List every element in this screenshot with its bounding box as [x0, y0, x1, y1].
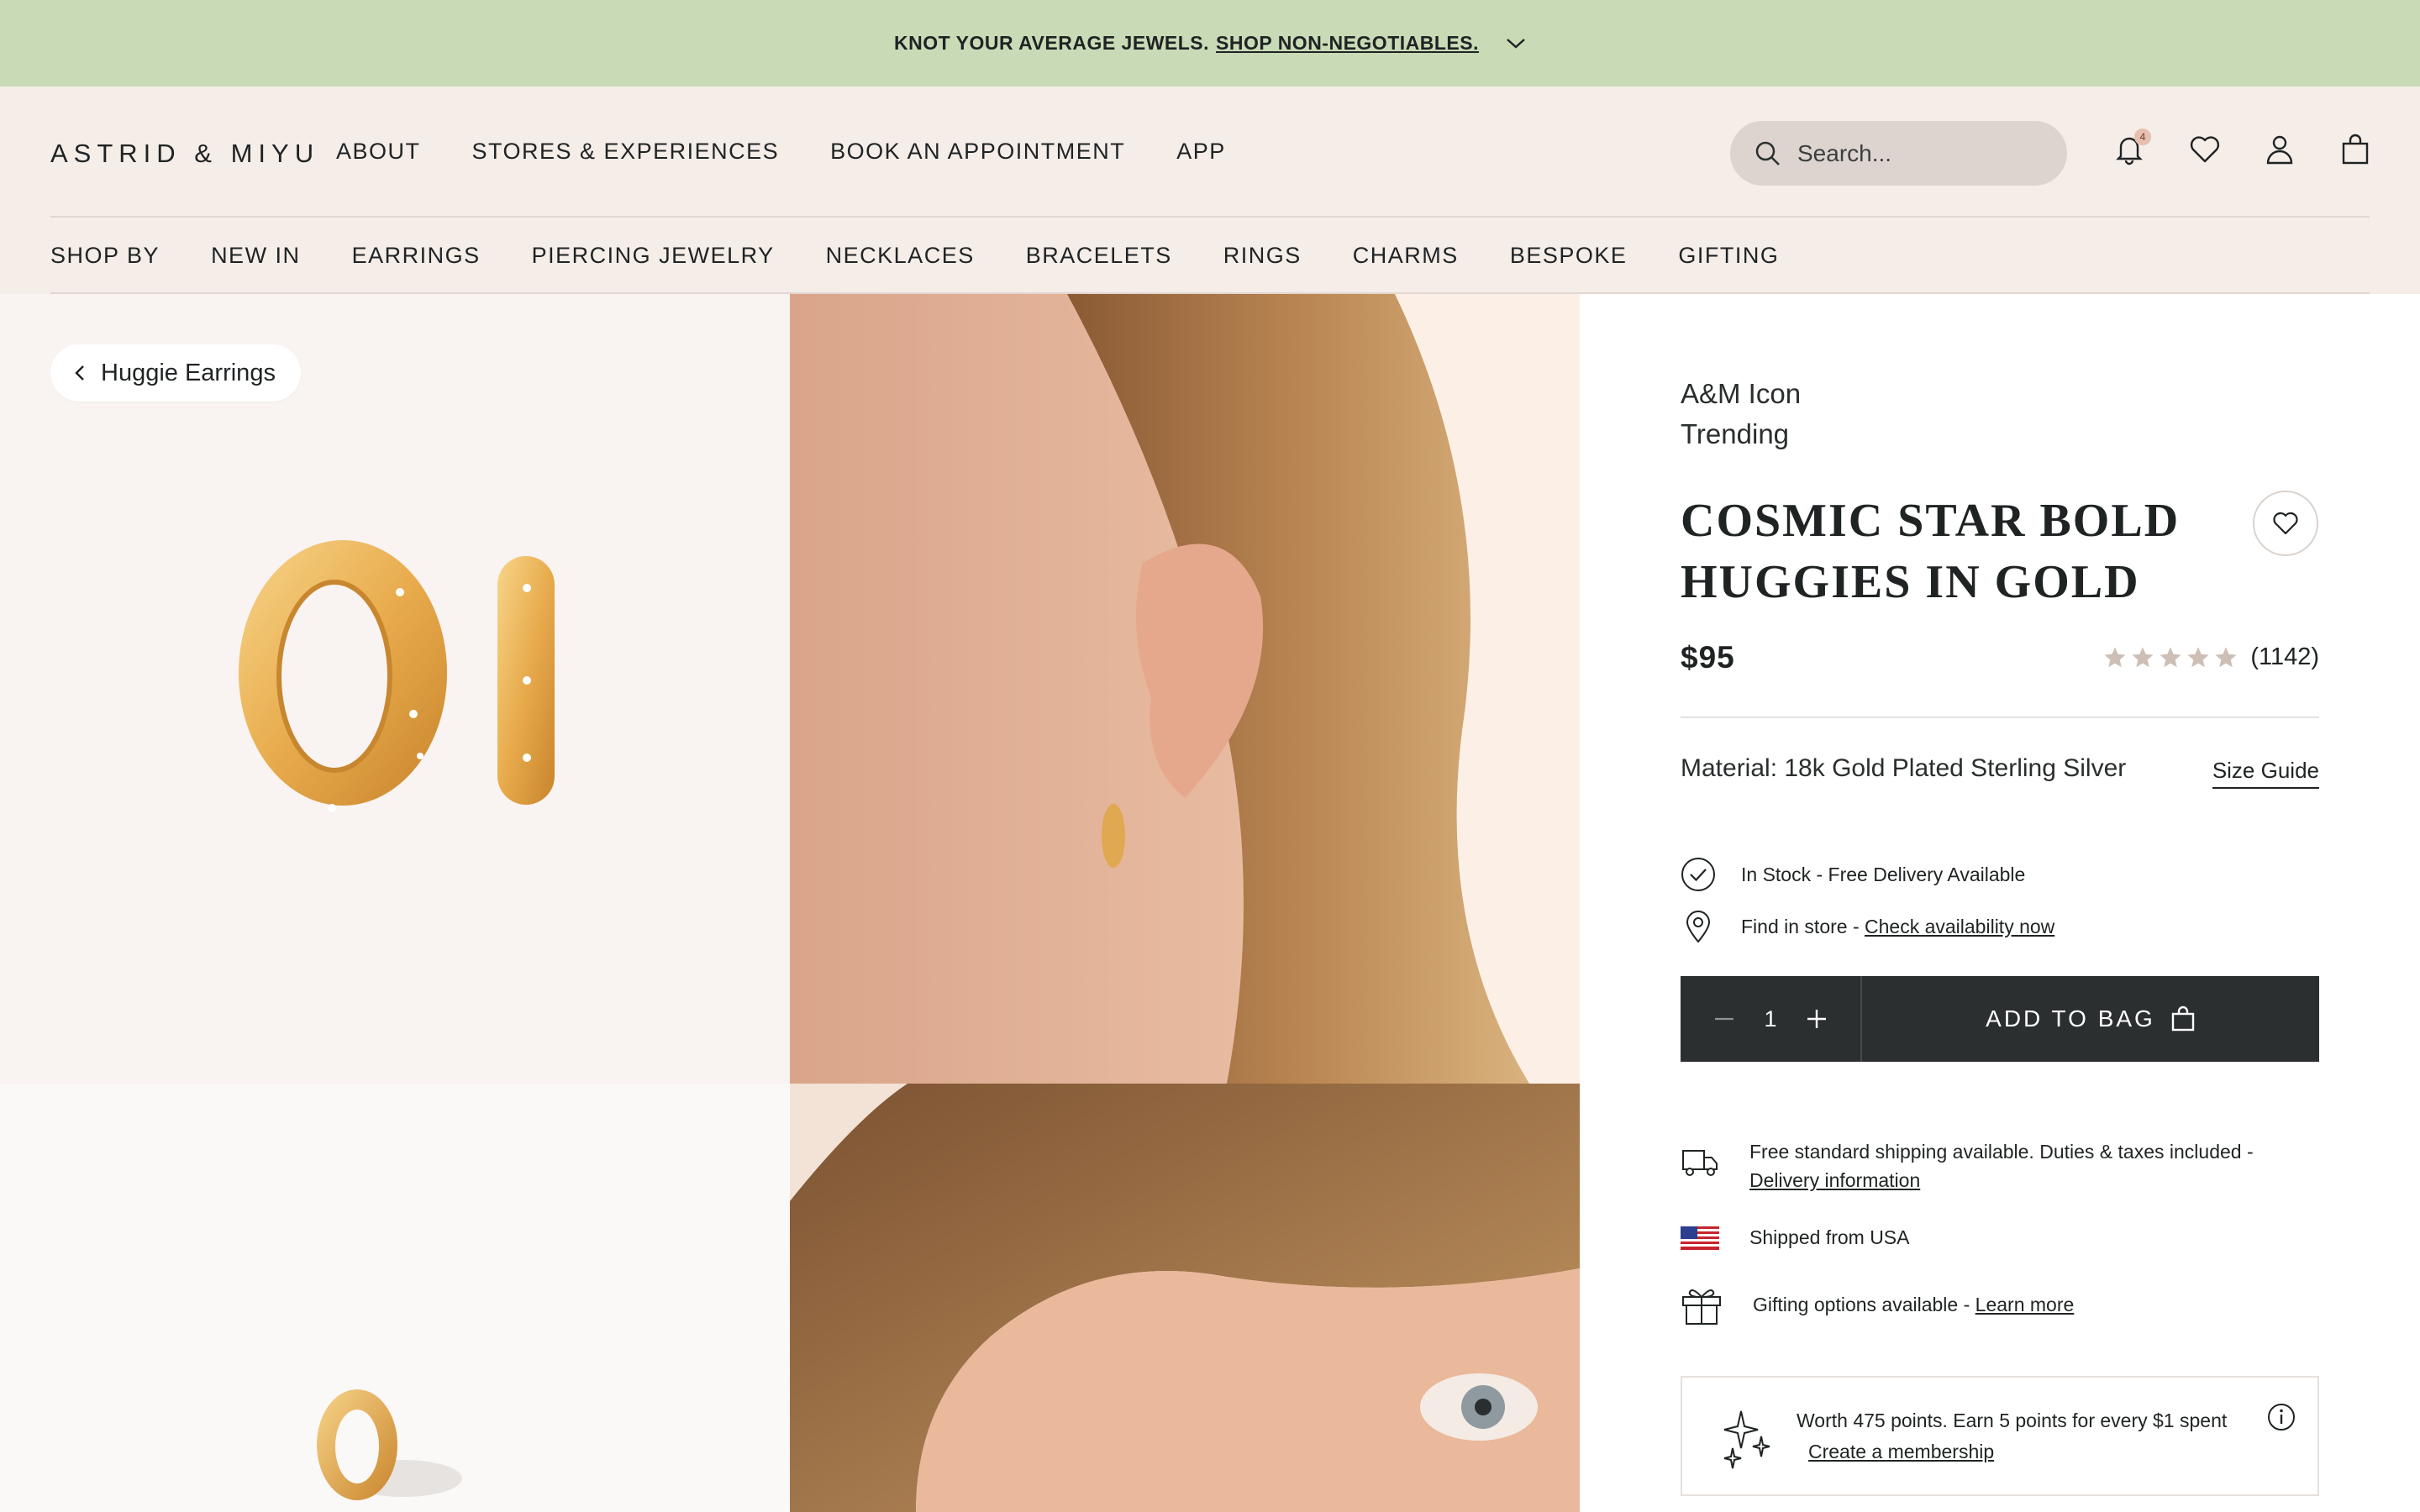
- cat-rings[interactable]: RINGS: [1223, 243, 1302, 269]
- search-box[interactable]: [1730, 121, 2067, 186]
- learn-more-link[interactable]: Learn more: [1975, 1294, 2075, 1315]
- product-image-1[interactable]: [0, 294, 790, 1084]
- search-input[interactable]: [1797, 139, 2049, 167]
- points-label: Worth 475 points. Earn 5 points for ever…: [1797, 1409, 2228, 1431]
- shopping-bag-icon: [2341, 134, 2375, 165]
- nav-about[interactable]: ABOUT: [336, 139, 421, 165]
- cat-necklaces[interactable]: NECKLACES: [826, 243, 975, 269]
- heart-icon: [2190, 135, 2223, 164]
- star-icon: [2104, 647, 2126, 667]
- check-availability-link[interactable]: Check availability now: [1865, 916, 2054, 937]
- notifications-button[interactable]: 4: [2114, 129, 2151, 167]
- star-icon: [2160, 647, 2181, 667]
- add-to-bag-bar: 1 ADD TO BAG: [1681, 976, 2319, 1062]
- header-divider: [50, 216, 2370, 218]
- nav-stores[interactable]: STORES & EXPERIENCES: [472, 139, 780, 165]
- quantity-value[interactable]: 1: [1764, 1006, 1776, 1032]
- product-image-2[interactable]: [790, 294, 1580, 1084]
- product-material: Material: 18k Gold Plated Sterling Silve…: [1681, 754, 2127, 782]
- product-price: $95: [1681, 640, 1735, 675]
- delivery-information-link[interactable]: Delivery information: [1749, 1169, 1920, 1191]
- shipping-label: Free standard shipping available. Duties…: [1749, 1141, 2254, 1163]
- breadcrumb-label: Huggie Earrings: [101, 359, 276, 386]
- find-in-store: Find in store - Check availability now: [1681, 909, 2054, 944]
- find-in-store-label: Find in store -: [1741, 915, 1860, 937]
- gifting-info: Gifting options available - Learn more: [1681, 1285, 2324, 1326]
- review-count: (1142): [2250, 643, 2319, 670]
- cat-earrings[interactable]: EARRINGS: [352, 243, 481, 269]
- shipping-info: Free standard shipping available. Duties…: [1681, 1137, 2321, 1194]
- stock-text: In Stock - Free Delivery Available: [1741, 863, 2026, 885]
- cat-shop-by[interactable]: SHOP BY: [50, 243, 160, 269]
- chevron-down-icon[interactable]: [1506, 38, 1526, 50]
- shipped-from-text: Shipped from USA: [1749, 1226, 1910, 1248]
- star-icon: [2215, 647, 2237, 667]
- top-nav: ABOUT STORES & EXPERIENCES BOOK AN APPOI…: [336, 139, 1226, 165]
- add-to-wishlist-button[interactable]: [2253, 491, 2318, 556]
- add-to-bag-label: ADD TO BAG: [1986, 1005, 2155, 1032]
- add-to-bag-button[interactable]: ADD TO BAG: [1862, 976, 2319, 1062]
- plus-icon[interactable]: [1805, 1007, 1828, 1031]
- bag-button[interactable]: [2341, 134, 2375, 167]
- delivery-truck-icon: [1681, 1146, 1719, 1179]
- shopping-bag-icon: [2155, 1005, 2196, 1032]
- star-icon: [2132, 647, 2154, 667]
- minus-icon[interactable]: [1712, 1007, 1736, 1031]
- cat-new-in[interactable]: NEW IN: [211, 243, 301, 269]
- cat-charms[interactable]: CHARMS: [1353, 243, 1459, 269]
- shipping-text: Free standard shipping available. Duties…: [1749, 1137, 2321, 1194]
- cat-bespoke[interactable]: BESPOKE: [1510, 243, 1628, 269]
- announcement-link[interactable]: SHOP NON-NEGOTIABLES.: [1216, 32, 1479, 55]
- category-nav: SHOP BY NEW IN EARRINGS PIERCING JEWELRY…: [50, 243, 1779, 269]
- product-image-4[interactable]: [790, 1084, 1580, 1512]
- search-icon: [1754, 139, 1782, 168]
- find-in-store-text: Find in store - Check availability now: [1741, 916, 2054, 938]
- star-icon: [2187, 647, 2209, 667]
- quantity-stepper: 1: [1681, 976, 1862, 1062]
- sparkles-icon: [1709, 1401, 1780, 1472]
- nav-app[interactable]: APP: [1176, 139, 1226, 165]
- stock-status: In Stock - Free Delivery Available: [1681, 857, 2025, 892]
- announcement-text: KNOT YOUR AVERAGE JEWELS.: [894, 32, 1210, 54]
- brand-logo[interactable]: ASTRID & MIYU: [50, 139, 319, 169]
- gifting-label: Gifting options available -: [1753, 1294, 1970, 1315]
- price-divider: [1681, 717, 2319, 718]
- gift-box-icon: [1681, 1285, 1723, 1326]
- product-tag-icon: A&M Icon: [1681, 378, 1802, 409]
- nav-appointment[interactable]: BOOK AN APPOINTMENT: [830, 139, 1125, 165]
- product-image-3[interactable]: [0, 1084, 790, 1512]
- product-panel: A&M Icon Trending COSMIC STAR BOLD HUGGI…: [1580, 294, 2420, 1512]
- shipped-from: Shipped from USA: [1681, 1223, 2321, 1252]
- us-flag-icon: [1681, 1226, 1719, 1250]
- user-icon: [2265, 134, 2299, 165]
- site-header: ASTRID & MIYU ABOUT STORES & EXPERIENCES…: [0, 87, 2420, 294]
- cat-piercing[interactable]: PIERCING JEWELRY: [532, 243, 775, 269]
- check-circle-icon: [1681, 857, 1716, 892]
- points-text: Worth 475 points. Earn 5 points for ever…: [1797, 1405, 2250, 1467]
- gifting-text: Gifting options available - Learn more: [1753, 1290, 2324, 1319]
- breadcrumb-back-button[interactable]: Huggie Earrings: [50, 344, 301, 402]
- announcement-bar: KNOT YOUR AVERAGE JEWELS. SHOP NON-NEGOT…: [0, 0, 2420, 87]
- account-button[interactable]: [2265, 134, 2299, 167]
- heart-icon: [2272, 511, 2299, 536]
- create-membership-link[interactable]: Create a membership: [1808, 1441, 1994, 1462]
- loyalty-points-box: Worth 475 points. Earn 5 points for ever…: [1681, 1376, 2319, 1496]
- chevron-left-icon: [74, 364, 86, 382]
- product-rating[interactable]: (1142): [2102, 643, 2319, 671]
- cat-gifting[interactable]: GIFTING: [1678, 243, 1779, 269]
- info-icon[interactable]: [2267, 1403, 2296, 1431]
- notification-badge: 4: [2134, 129, 2151, 145]
- cat-bracelets[interactable]: BRACELETS: [1026, 243, 1172, 269]
- product-title: COSMIC STAR BOLD HUGGIES IN GOLD: [1681, 495, 2181, 608]
- rating-stars: [2102, 645, 2238, 670]
- size-guide-link[interactable]: Size Guide: [2212, 758, 2319, 789]
- location-pin-icon: [1681, 909, 1716, 944]
- product-tag-trending: Trending: [1681, 418, 1790, 449]
- wishlist-button[interactable]: [2190, 135, 2223, 169]
